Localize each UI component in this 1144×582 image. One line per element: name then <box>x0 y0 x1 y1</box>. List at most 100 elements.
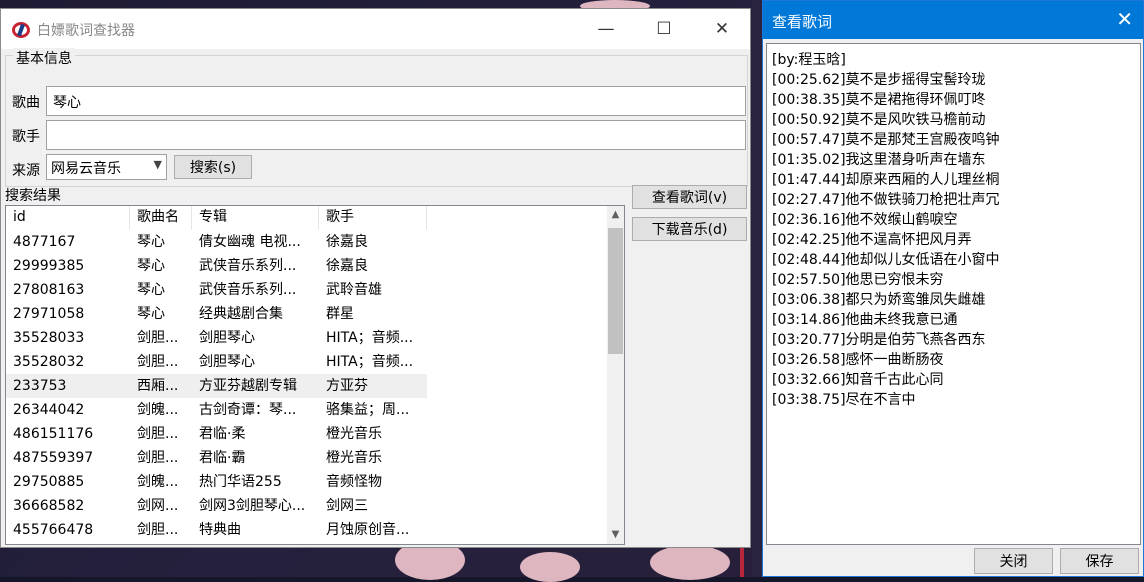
lyric-line: [00:50.92]莫不是风吹铁马檐前动 <box>772 112 986 128</box>
results-list[interactable]: id 歌曲名 专辑 歌手 4877167 琴心 倩女幽魂 电视... 徐嘉良 29999… <box>5 205 625 545</box>
close-button[interactable]: ✕ <box>693 9 751 49</box>
table-cell: 武聆音雄 <box>326 282 382 298</box>
wallpaper-petal <box>520 552 580 582</box>
table-cell: 西厢... <box>137 378 179 394</box>
lyric-line: [00:57.47]莫不是那梵王宫殿夜鸣钟 <box>772 132 1000 148</box>
source-select-value: 网易云音乐 <box>51 161 121 177</box>
table-cell: 音频怪物 <box>326 474 382 490</box>
results-label: 搜索结果 <box>5 188 61 204</box>
wallpaper-petal <box>650 545 730 580</box>
table-cell: 26344042 <box>13 402 85 418</box>
lyrics-close-button[interactable]: 关闭 <box>974 548 1053 574</box>
table-row[interactable]: 233753 西厢... 方亚芬越剧专辑 方亚芬 <box>6 374 427 398</box>
song-input[interactable]: 琴心 <box>46 86 746 116</box>
table-cell: 剑胆... <box>137 354 179 370</box>
table-row[interactable]: 26344042 剑魄... 古剑奇谭：琴... 骆集益；周... <box>6 398 427 422</box>
column-header-album[interactable]: 专辑 <box>192 206 319 230</box>
lyric-line: [00:25.62]莫不是步摇得宝髻玲珑 <box>772 72 986 88</box>
table-cell: 君临·柔 <box>199 426 246 442</box>
table-cell: 29750885 <box>13 474 85 490</box>
table-row[interactable]: 487559397 剑胆... 君临·霸 橙光音乐 <box>6 446 427 470</box>
table-row[interactable]: 27808163 琴心 武侠音乐系列... 武聆音雄 <box>6 278 427 302</box>
table-row[interactable]: 35528033 剑胆... 剑胆琴心 HITA；音频... <box>6 326 427 350</box>
lyric-line: [01:35.02]我这里潜身听声在墙东 <box>772 152 986 168</box>
table-cell: HITA；音频... <box>326 354 414 370</box>
search-button[interactable]: 搜索(s) <box>174 155 252 179</box>
table-cell: 剑魄... <box>137 474 179 490</box>
chevron-down-icon: ▼ <box>153 158 162 171</box>
table-cell: 剑网3剑胆琴心... <box>199 498 306 514</box>
table-cell: HITA；音频... <box>326 330 414 346</box>
lyrics-window-title: 查看歌词 <box>772 13 833 31</box>
table-cell: 徐嘉良 <box>326 258 368 274</box>
minimize-button[interactable]: — <box>577 9 635 49</box>
table-cell: 487559397 <box>13 450 94 466</box>
table-row[interactable]: 4877167 琴心 倩女幽魂 电视... 徐嘉良 <box>6 230 427 254</box>
table-cell: 36668582 <box>13 498 85 514</box>
main-window: 白嫖歌词查找器 — ☐ ✕ 基本信息 歌曲 琴心 歌手 来源 网易云音乐 ▼ 搜… <box>0 8 751 548</box>
main-titlebar[interactable]: 白嫖歌词查找器 — ☐ ✕ <box>1 9 750 49</box>
results-header: id 歌曲名 专辑 歌手 <box>6 206 427 230</box>
table-cell: 琴心 <box>137 282 165 298</box>
table-row[interactable]: 455766478 剑胆... 特典曲 月蚀原创音... <box>6 518 427 542</box>
lyric-line: [03:20.77]分明是伯劳飞燕各西东 <box>772 332 986 348</box>
table-cell: 29999385 <box>13 258 85 274</box>
lyric-line: [by:程玉晗] <box>772 52 846 68</box>
view-lyrics-button[interactable]: 查看歌词(v) <box>632 185 747 209</box>
singer-label: 歌手 <box>12 129 40 145</box>
table-cell: 486151176 <box>13 426 94 442</box>
table-cell: 剑胆... <box>137 450 179 466</box>
table-cell: 徐嘉良 <box>326 234 368 250</box>
table-cell: 35528032 <box>13 354 85 370</box>
singer-input[interactable] <box>46 120 746 150</box>
table-row[interactable]: 36668582 剑网... 剑网3剑胆琴心... 剑网三 <box>6 494 427 518</box>
scroll-thumb[interactable] <box>608 228 623 354</box>
table-cell: 35528033 <box>13 330 85 346</box>
table-cell: 剑网... <box>137 498 179 514</box>
lyric-line: [02:42.25]他不逞高怀把风月弄 <box>772 232 972 248</box>
column-header-song[interactable]: 歌曲名 <box>130 206 192 230</box>
table-row[interactable]: 29750885 剑魄... 热门华语255 音频怪物 <box>6 470 427 494</box>
results-scrollbar[interactable]: ▲ ▼ <box>607 206 624 544</box>
column-header-singer[interactable]: 歌手 <box>319 206 427 230</box>
lyrics-save-button[interactable]: 保存 <box>1060 548 1139 574</box>
table-cell: 古剑奇谭：琴... <box>199 402 297 418</box>
close-icon[interactable]: ✕ <box>1116 7 1133 31</box>
table-cell: 方亚芬越剧专辑 <box>199 378 297 394</box>
table-cell: 经典越剧合集 <box>199 306 283 322</box>
table-cell: 剑胆... <box>137 330 179 346</box>
lyrics-textarea[interactable]: [by:程玉晗] [00:25.62]莫不是步摇得宝髻玲珑 [00:38.35]莫不… <box>766 43 1141 545</box>
lyric-line: [02:36.16]他不效缑山鹤唳空 <box>772 212 958 228</box>
table-row[interactable]: 29999385 琴心 武侠音乐系列... 徐嘉良 <box>6 254 427 278</box>
table-cell: 琴心 <box>137 258 165 274</box>
table-cell: 月蚀原创音... <box>326 522 410 538</box>
table-row[interactable]: 27971058 琴心 经典越剧合集 群星 <box>6 302 427 326</box>
table-row[interactable]: 486151176 剑胆... 君临·柔 橙光音乐 <box>6 422 427 446</box>
table-row[interactable]: 35528032 剑胆... 剑胆琴心 HITA；音频... <box>6 350 427 374</box>
app-logo-icon <box>12 22 30 38</box>
lyric-line: [03:06.38]都只为娇鸾雏凤失雌雄 <box>772 292 986 308</box>
basic-info-group: 基本信息 歌曲 琴心 歌手 来源 网易云音乐 ▼ 搜索(s) <box>5 48 748 187</box>
scroll-up-icon[interactable]: ▲ <box>607 206 624 224</box>
column-header-id[interactable]: id <box>6 206 130 230</box>
table-cell: 橙光音乐 <box>326 426 382 442</box>
lyric-line: [03:38.75]尽在不言中 <box>772 392 916 408</box>
download-music-button[interactable]: 下载音乐(d) <box>632 217 747 241</box>
table-cell: 武侠音乐系列... <box>199 282 297 298</box>
scroll-down-icon[interactable]: ▼ <box>607 526 624 544</box>
lyric-line: [03:32.66]知音千古此心同 <box>772 372 944 388</box>
lyric-line: [03:14.86]他曲未终我意已通 <box>772 312 958 328</box>
lyrics-window: 查看歌词 ✕ [by:程玉晗] [00:25.62]莫不是步摇得宝髻玲珑 [00:3… <box>762 0 1144 577</box>
lyric-line: [03:26.58]感怀一曲断肠夜 <box>772 352 944 368</box>
source-label: 来源 <box>12 163 40 179</box>
table-cell: 剑网三 <box>326 498 368 514</box>
lyrics-titlebar[interactable]: 查看歌词 ✕ <box>763 1 1143 39</box>
source-select[interactable]: 网易云音乐 ▼ <box>46 154 167 180</box>
table-cell: 27808163 <box>13 282 85 298</box>
lyric-line: [01:47.44]却原来西厢的人儿理丝桐 <box>772 172 1000 188</box>
maximize-button[interactable]: ☐ <box>635 9 693 49</box>
table-cell: 橙光音乐 <box>326 450 382 466</box>
table-cell: 琴心 <box>137 234 165 250</box>
basic-info-legend: 基本信息 <box>13 48 75 68</box>
table-cell: 骆集益；周... <box>326 402 410 418</box>
